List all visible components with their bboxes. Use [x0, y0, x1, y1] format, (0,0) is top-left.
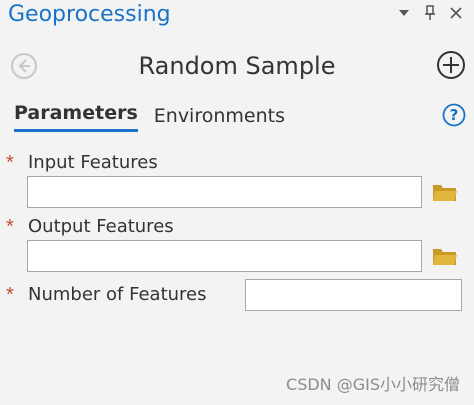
required-marker: *: [6, 151, 14, 174]
number-of-features-field[interactable]: [245, 279, 462, 311]
help-icon[interactable]: ?: [442, 103, 466, 127]
close-icon[interactable]: [448, 5, 464, 21]
dropdown-icon[interactable]: [396, 5, 412, 21]
tab-parameters[interactable]: Parameters: [14, 102, 138, 132]
param-label-input-features: Input Features: [28, 152, 158, 173]
input-features-field[interactable]: [27, 176, 422, 208]
tab-environments[interactable]: Environments: [154, 105, 285, 132]
watermark: CSDN @GIS小小研究僧: [286, 375, 460, 394]
param-output-features-label-row: * Output Features: [6, 216, 174, 237]
param-input-features-label-row: * Input Features: [6, 152, 158, 173]
tab-bar: Parameters Environments: [14, 102, 285, 132]
add-circle-icon[interactable]: [436, 50, 466, 80]
svg-text:?: ?: [450, 106, 459, 124]
tool-header: Random Sample: [0, 48, 474, 86]
tool-title: Random Sample: [138, 52, 336, 80]
param-label-output-features: Output Features: [28, 216, 174, 237]
param-label-number-of-features: Number of Features: [28, 284, 207, 305]
pane-title: Geoprocessing: [8, 2, 171, 27]
folder-icon[interactable]: [432, 181, 458, 203]
output-features-field[interactable]: [27, 240, 422, 272]
required-marker: *: [6, 283, 14, 306]
required-marker: *: [6, 215, 14, 238]
folder-icon[interactable]: [432, 245, 458, 267]
pane-controls: [396, 5, 464, 21]
pin-icon[interactable]: [422, 5, 438, 21]
param-number-of-features-label-row: * Number of Features: [6, 284, 207, 305]
